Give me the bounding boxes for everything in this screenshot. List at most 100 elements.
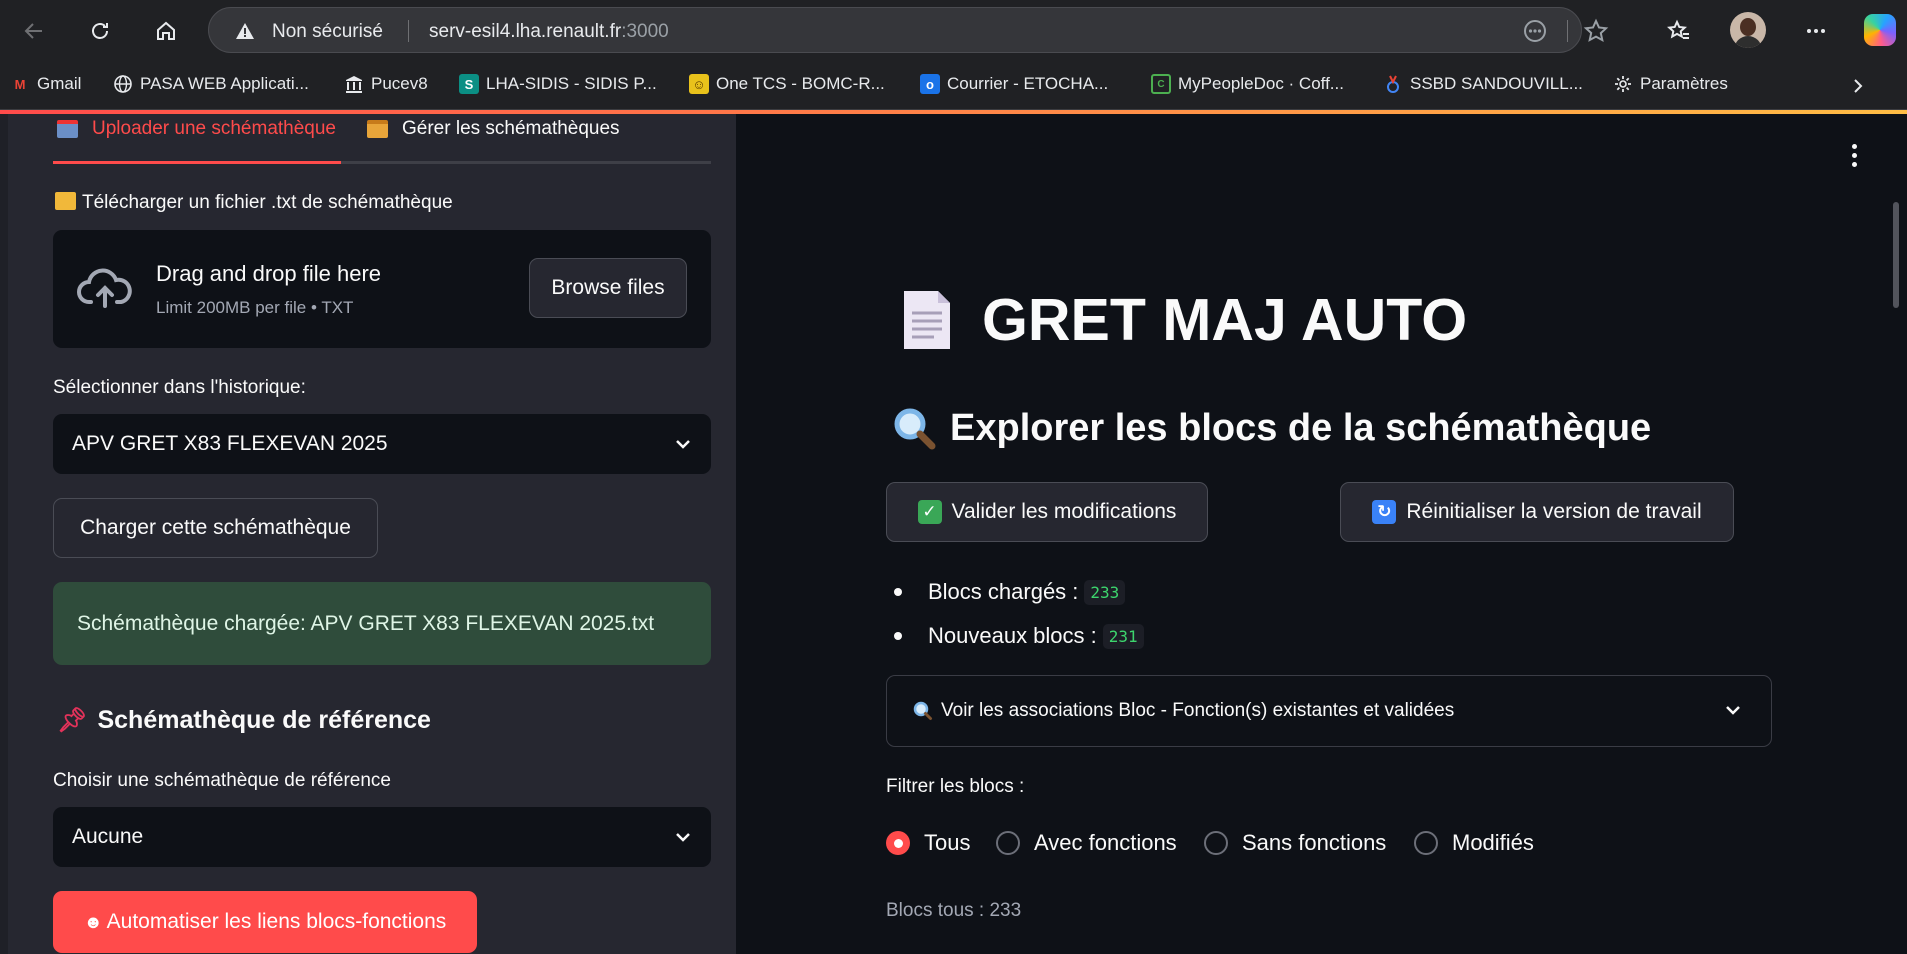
main-content: GRET MAJ AUTO Explorer les blocs de la s… [766, 114, 1907, 954]
file-dropzone[interactable]: Drag and drop file here Limit 200MB per … [53, 230, 711, 348]
security-label[interactable]: Non sécurisé [272, 21, 383, 43]
page-title: GRET MAJ AUTO [902, 286, 1467, 354]
robot-icon: ☻ [83, 911, 103, 932]
warning-icon [236, 23, 254, 39]
automate-button-label: Automatiser les liens blocs-fonctions [106, 910, 447, 933]
more-page-options-icon[interactable] [1522, 18, 1548, 44]
home-icon [157, 21, 175, 40]
tab-gerer[interactable]: Gérer les schémathèques [367, 118, 620, 140]
omnibox-separator-2 [1567, 20, 1568, 42]
cloud-upload-icon [77, 268, 132, 308]
tab-uploader[interactable]: Uploader une schémathèque [57, 118, 336, 140]
reference-select[interactable]: Aucune [53, 807, 711, 867]
bookmark-gmail[interactable]: M Gmail [10, 74, 82, 94]
radio-modifies[interactable]: Modifiés [1414, 830, 1534, 856]
list-item: Nouveaux blocs : 231 [890, 614, 1144, 658]
sidis-icon: S [459, 74, 479, 94]
reference-heading-text: Schémathèque de référence [97, 706, 431, 734]
home-button[interactable] [146, 11, 186, 51]
upload-label-text: Télécharger un fichier .txt de schémathè… [82, 192, 453, 213]
omnibox-separator [408, 20, 409, 42]
tab-label: Uploader une schémathèque [92, 118, 337, 139]
active-tab-indicator [53, 161, 341, 164]
reference-heading: 📌︎ Schémathèque de référence [57, 706, 431, 735]
bookmark-lha-sidis[interactable]: S LHA-SIDIS - SIDIS P... [459, 74, 657, 94]
url-port: :3000 [621, 21, 669, 42]
filter-label: Filtrer les blocs : [886, 776, 1025, 797]
browse-files-button[interactable]: Browse files [529, 258, 687, 318]
stat-value: 231 [1102, 623, 1144, 649]
settings-menu-button[interactable] [1796, 11, 1836, 51]
bookmark-pucev8[interactable]: Pucev8 [344, 74, 428, 94]
reload-button[interactable] [80, 11, 120, 51]
copilot-icon[interactable] [1864, 14, 1896, 46]
history-select[interactable]: APV GRET X83 FLEXEVAN 2025 [53, 414, 711, 474]
bookmark-label: Pucev8 [371, 74, 428, 93]
magnifying-glass-icon [913, 701, 932, 720]
sidebar-scrollbar[interactable] [0, 114, 8, 954]
bookmark-ssbd[interactable]: SSBD SANDOUVILL... [1383, 74, 1583, 94]
main-menu-button[interactable] [1852, 144, 1857, 167]
associations-expander[interactable]: Voir les associations Bloc - Fonction(s)… [886, 675, 1772, 747]
chevron-down-icon [1726, 706, 1740, 715]
back-arrow-icon [24, 23, 42, 39]
bookmark-label: MyPeopleDoc · Coff... [1178, 74, 1344, 93]
success-alert: Schémathèque chargée: APV GRET X83 FLEXE… [53, 582, 711, 665]
bookmark-label: Paramètres [1640, 74, 1728, 93]
bookmark-pasa-web[interactable]: PASA WEB Applicati... [113, 74, 309, 94]
favorites-button[interactable] [1659, 11, 1699, 51]
radio-selected-indicator [886, 831, 910, 855]
expander-label: Voir les associations Bloc - Fonction(s)… [941, 700, 1455, 721]
radio-label: Sans fonctions [1242, 830, 1387, 855]
bookmark-label: SSBD SANDOUVILL... [1410, 74, 1583, 93]
automate-links-button[interactable]: ☻ Automatiser les liens blocs-fonctions [53, 891, 477, 953]
dropzone-title: Drag and drop file here [156, 261, 382, 286]
bookmark-label: Gmail [37, 74, 82, 93]
chevron-down-icon [676, 833, 690, 842]
validate-button[interactable]: ✓ Valider les modifications [886, 482, 1208, 542]
bookmark-courrier[interactable]: o Courrier - ETOCHA... [920, 74, 1108, 94]
favorites-list-icon [1667, 19, 1689, 39]
globe-icon [114, 75, 132, 93]
load-schematheque-button[interactable]: Charger cette schémathèque [53, 498, 378, 558]
section-heading: Explorer les blocs de la schémathèque [892, 406, 1651, 450]
magnifying-glass-icon [894, 408, 936, 450]
bookmark-one-tcs[interactable]: ☺ One TCS - BOMC-R... [689, 74, 885, 94]
main-scrollbar[interactable] [1893, 202, 1899, 308]
address-bar[interactable]: Non sécurisé serv-esil4.lha.renault.fr:3… [208, 7, 1609, 53]
url-text[interactable]: serv-esil4.lha.renault.fr:3000 [429, 21, 669, 43]
page-title-text: GRET MAJ AUTO [982, 287, 1468, 353]
browser-toolbar: Non sécurisé serv-esil4.lha.renault.fr:3… [0, 0, 1907, 62]
upload-label: Télécharger un fichier .txt de schémathè… [55, 192, 453, 214]
section-heading-text: Explorer les blocs de la schémathèque [950, 406, 1652, 449]
bookmark-mypeopledoc[interactable]: C MyPeopleDoc · Coff... [1151, 74, 1344, 94]
radio-label: Avec fonctions [1034, 830, 1177, 855]
blocks-count-text: Blocs tous : 233 [886, 900, 1022, 921]
reset-button-label: Réinitialiser la version de travail [1406, 500, 1702, 523]
gmail-icon: M [14, 76, 26, 92]
list-item: Blocs chargés : 233 [890, 570, 1144, 614]
stat-value: 233 [1084, 579, 1126, 605]
gear-icon [1615, 76, 1631, 92]
radio-indicator [1204, 831, 1228, 855]
back-button[interactable] [14, 11, 54, 51]
history-label: Sélectionner dans l'historique: [53, 377, 306, 398]
bookmark-label: PASA WEB Applicati... [140, 74, 309, 93]
radio-avec-fonctions[interactable]: Avec fonctions [996, 830, 1177, 856]
profile-avatar[interactable] [1730, 12, 1766, 48]
url-host: serv-esil4.lha.renault.fr [429, 21, 622, 42]
tab-label: Gérer les schémathèques [402, 118, 620, 139]
chevron-right-icon[interactable] [1848, 76, 1868, 96]
stats-list: Blocs chargés : 233 Nouveaux blocs : 231 [890, 570, 1144, 658]
reset-button[interactable]: ↻ Réinitialiser la version de travail [1340, 482, 1734, 542]
stat-label: Nouveaux blocs : [928, 623, 1097, 648]
sidebar: Uploader une schémathèque Gérer les sché… [0, 114, 736, 954]
building-icon [346, 76, 362, 93]
favorite-star-icon[interactable] [1583, 18, 1609, 44]
mypeopledoc-icon: C [1151, 74, 1171, 94]
reference-label: Choisir une schémathèque de référence [53, 770, 391, 791]
radio-tous[interactable]: Tous [886, 830, 970, 856]
radio-sans-fonctions[interactable]: Sans fonctions [1204, 830, 1386, 856]
radio-label: Tous [924, 830, 971, 855]
bookmark-parametres[interactable]: Paramètres [1613, 74, 1728, 94]
